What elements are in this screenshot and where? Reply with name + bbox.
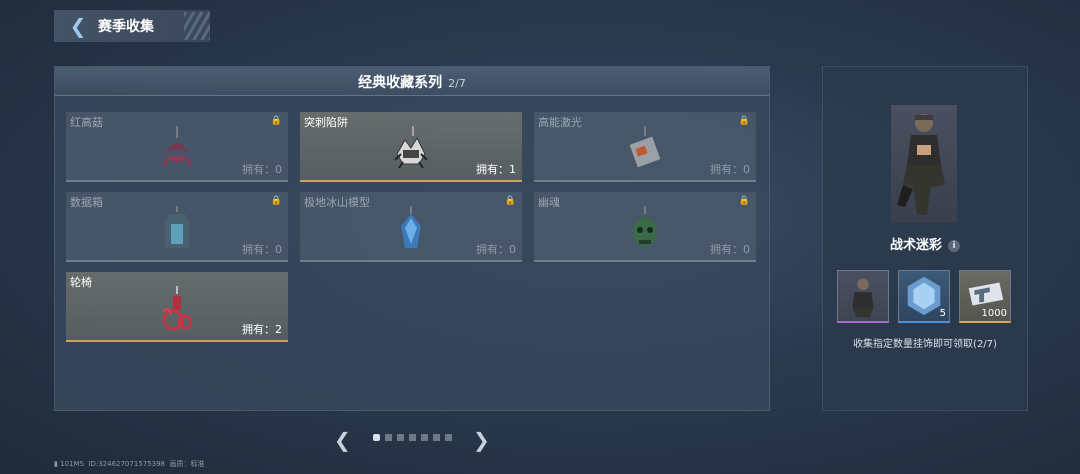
owned-count: 拥有：0 <box>242 243 282 256</box>
iceberg-charm-icon <box>401 206 421 248</box>
item-card-data-box[interactable]: 数据箱 🔒 拥有：0 <box>66 192 288 262</box>
item-card-polar-iceberg[interactable]: 极地冰山模型 🔒 拥有：0 <box>300 192 522 262</box>
page-dot[interactable] <box>433 434 440 441</box>
prev-page-arrow-icon[interactable]: ❮ <box>334 428 351 452</box>
item-card-wheelchair[interactable]: 轮椅 拥有：2 <box>66 272 288 342</box>
reward-count: 1000 <box>981 308 1007 319</box>
lock-icon: 🔒 <box>270 196 282 206</box>
reward-description: 收集指定数量挂饰即可领取(2/7) <box>853 339 997 350</box>
item-card-spike-trap[interactable]: 突刺陷阱 拥有：1 <box>300 112 522 182</box>
mushroom-charm-icon <box>161 126 193 167</box>
laser-charm-icon <box>629 126 661 168</box>
item-name: 红高菇 <box>70 116 103 129</box>
reward-panel: 战术迷彩 i 5 1000 收集指定数量挂饰即可领取(2/7) <box>822 66 1028 411</box>
page-dot[interactable] <box>385 434 392 441</box>
item-card-ghost[interactable]: 幽魂 🔒 拥有：0 <box>534 192 756 262</box>
item-name: 突刺陷阱 <box>304 116 348 129</box>
lock-icon: 🔒 <box>504 196 516 206</box>
reward-name: 战术迷彩 <box>889 238 942 253</box>
decorative-stripes <box>184 12 210 40</box>
lock-icon: 🔒 <box>738 116 750 126</box>
top-bar: ❮ 赛季收集 <box>54 10 210 42</box>
reward-item-crate[interactable]: 5 <box>898 270 950 323</box>
page-dot[interactable] <box>373 434 380 441</box>
owned-count: 拥有：0 <box>710 163 750 176</box>
page-dot[interactable] <box>409 434 416 441</box>
character-portrait <box>891 105 957 223</box>
collection-count: 2/7 <box>448 77 466 90</box>
collection-title: 经典收藏系列 <box>358 75 443 91</box>
reward-item-skin[interactable] <box>837 270 889 323</box>
owned-count: 拥有：2 <box>242 323 282 336</box>
page-dot[interactable] <box>397 434 404 441</box>
page-indicator <box>373 434 452 441</box>
item-name: 数据箱 <box>70 196 103 209</box>
back-arrow-icon[interactable]: ❮ <box>66 14 90 38</box>
status-footer: ▮ 101MS ID:324627071575398 画质：标准 <box>54 459 204 469</box>
wheelchair-charm-icon <box>162 286 193 331</box>
page-title: 赛季收集 <box>98 19 154 35</box>
skin-reward-icon <box>852 278 874 318</box>
quality-text: 画质：标准 <box>169 460 205 468</box>
lock-icon: 🔒 <box>738 196 750 206</box>
next-page-arrow-icon[interactable]: ❯ <box>473 428 490 452</box>
ghost-skull-charm-icon <box>633 206 657 247</box>
item-name: 极地冰山模型 <box>304 196 370 209</box>
reward-item-coupon[interactable]: 1000 <box>959 270 1011 323</box>
spike-trap-charm-icon <box>394 126 428 169</box>
item-name: 轮椅 <box>70 276 92 289</box>
item-card-red-mushroom[interactable]: 红高菇 🔒 拥有：0 <box>66 112 288 182</box>
item-name: 高能激光 <box>538 116 582 129</box>
collection-header: 经典收藏系列 2/7 <box>55 67 769 96</box>
page-dot[interactable] <box>445 434 452 441</box>
data-box-charm-icon <box>165 206 189 248</box>
owned-count: 拥有：0 <box>476 243 516 256</box>
collection-panel: 经典收藏系列 2/7 红高菇 🔒 拥有：0 突刺陷阱 拥有：1 高能激光 🔒 拥… <box>54 66 770 411</box>
player-id: ID:324627071575398 <box>88 460 166 468</box>
info-icon[interactable]: i <box>948 239 960 252</box>
owned-count: 拥有：0 <box>242 163 282 176</box>
item-card-high-energy-laser[interactable]: 高能激光 🔒 拥有：0 <box>534 112 756 182</box>
character-figure-icon <box>897 114 945 215</box>
item-name: 幽魂 <box>538 196 560 209</box>
ping-text: 101MS <box>60 460 84 468</box>
battery-icon: ▮ <box>54 460 58 468</box>
page-dot[interactable] <box>421 434 428 441</box>
lock-icon: 🔒 <box>270 116 282 126</box>
owned-count: 拥有：1 <box>476 163 516 176</box>
owned-count: 拥有：0 <box>710 243 750 256</box>
reward-count: 5 <box>939 308 946 319</box>
